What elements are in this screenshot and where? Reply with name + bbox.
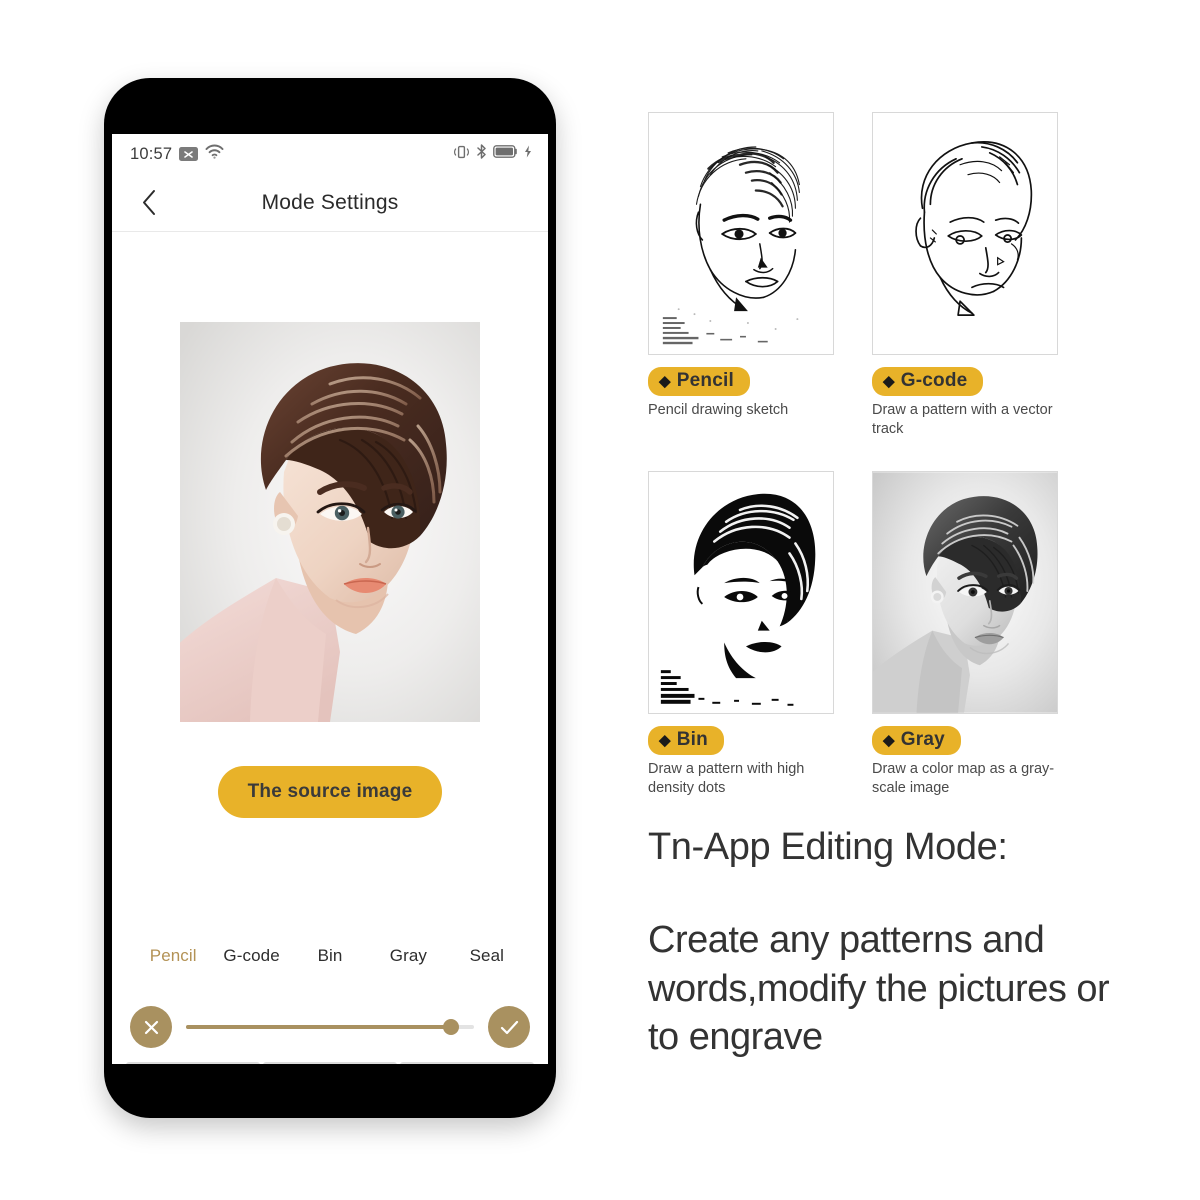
grayscale-art [873,472,1057,713]
close-icon [144,1020,158,1034]
slider-thumb[interactable] [442,1019,459,1035]
grayscale-thumbnail[interactable] [872,471,1058,715]
vibrate-icon [453,145,470,164]
mode-description-gcode: Draw a pattern with a vector track [872,402,1053,438]
back-button[interactable] [136,188,162,218]
mode-badge-gray: ◆ Gray [872,726,961,756]
mode-tab-gcode[interactable]: G-code [212,946,290,966]
mode-card-bin[interactable]: ◆ Bin Draw a pattern with high density d… [648,471,838,798]
intensity-slider[interactable] [186,1006,474,1048]
mode-badge-gcode: ◆ G-code [872,367,984,396]
sim-disabled-icon [179,147,199,161]
slider-fill [186,1025,451,1029]
bin-halftone-thumbnail[interactable] [648,471,834,715]
pencil-sketch-art [649,113,833,354]
phone-mockup: 10:57 Mode Settings The source image Pen… [104,78,556,1118]
mode-badge-label: G-code [900,370,968,391]
bin-halftone-art [649,472,833,713]
source-image-button-row: The source image [112,766,548,818]
battery-icon [493,145,518,163]
source-image-preview[interactable] [180,322,480,722]
marketing-headline: Tn-App Editing Mode: [648,826,1008,868]
status-bar-left: 10:57 [130,144,224,164]
mode-badge-pencil: ◆ Pencil [648,367,750,396]
mode-card-gcode[interactable]: ◆ G-code Draw a pattern with a vector tr… [872,112,1062,439]
mode-tab-gray[interactable]: Gray [369,946,447,966]
toolbar-segment[interactable] [126,1062,260,1064]
nav-bar: Mode Settings [112,174,548,232]
chevron-left-icon [143,190,155,215]
charging-bolt-icon [524,145,532,163]
mode-badge-bin: ◆ Bin [648,726,724,756]
confirm-button[interactable] [488,1006,530,1048]
mode-tab-bin[interactable]: Bin [291,946,369,966]
mode-tab-pencil[interactable]: Pencil [134,946,212,966]
gcode-vector-art [873,113,1057,354]
page-title: Mode Settings [261,190,399,214]
mode-tab-seal[interactable]: Seal [448,946,526,966]
mode-card-gray[interactable]: ◆ Gray Draw a color map as a gray-scale … [872,471,1062,798]
wifi-icon [205,144,224,164]
badge-bullet-icon: ◆ [659,372,671,390]
pencil-sketch-thumbnail[interactable] [648,112,834,355]
bottom-toolbar-partial [112,1062,548,1064]
marketing-body: Create any patterns and words,modify the… [648,919,1110,1059]
mode-description-bin: Draw a pattern with high density dots [648,761,805,797]
check-icon [500,1020,518,1034]
badge-bullet-icon: ◆ [883,372,895,390]
badge-bullet-icon: ◆ [883,731,895,749]
mode-thumbnail-grid: ◆ Pencil Pencil drawing sketch ◆ G-code … [648,112,1118,799]
gcode-vector-thumbnail[interactable] [872,112,1058,355]
source-image-button[interactable]: The source image [217,766,443,818]
slider-control-row [112,1006,548,1048]
mode-badge-label: Bin [676,729,708,751]
right-panel: ◆ Pencil Pencil drawing sketch ◆ G-code … [648,0,1200,1200]
status-bar-right [453,144,532,164]
toolbar-segment[interactable] [400,1062,534,1064]
mode-badge-label: Gray [900,729,945,751]
toolbar-segment[interactable] [263,1062,397,1064]
mode-description-pencil: Pencil drawing sketch [648,402,789,418]
mode-tab-bar: Pencil G-code Bin Gray Seal [112,946,548,966]
mode-grid-row: ◆ Pencil Pencil drawing sketch ◆ G-code … [648,112,1118,439]
mode-card-pencil[interactable]: ◆ Pencil Pencil drawing sketch [648,112,838,439]
bluetooth-icon [476,144,487,164]
mode-description-gray: Draw a color map as a gray-scale image [872,761,1055,797]
portrait-photo [180,322,480,722]
cancel-button[interactable] [130,1006,172,1048]
phone-screen: 10:57 Mode Settings The source image Pen… [112,134,548,1064]
mode-badge-label: Pencil [676,370,734,391]
status-bar: 10:57 [112,134,548,174]
status-time: 10:57 [130,144,173,163]
badge-bullet-icon: ◆ [659,731,671,749]
poster-canvas: 10:57 Mode Settings The source image Pen… [0,0,1200,1200]
mode-grid-row: ◆ Bin Draw a pattern with high density d… [648,471,1118,798]
